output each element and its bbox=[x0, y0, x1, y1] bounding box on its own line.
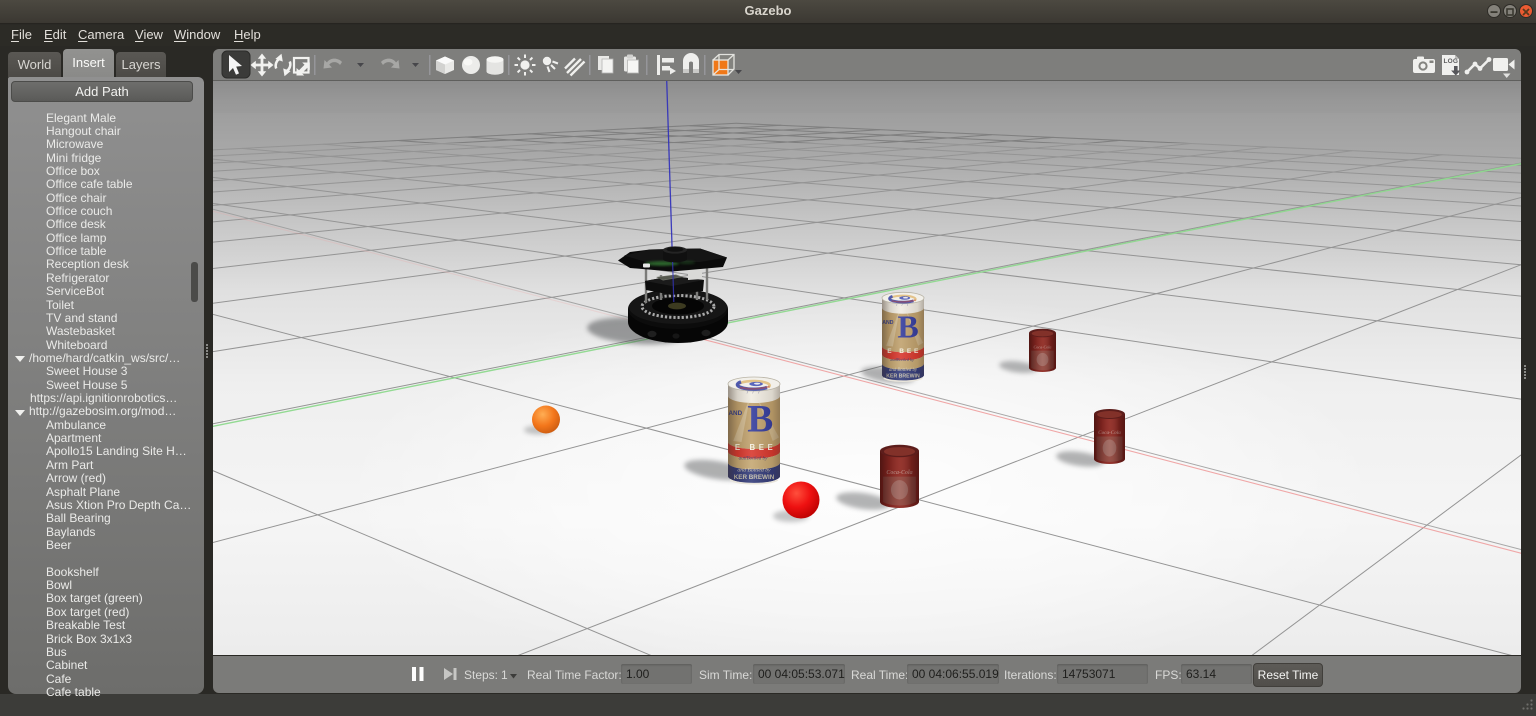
svg-text:LOG: LOG bbox=[1444, 58, 1459, 65]
